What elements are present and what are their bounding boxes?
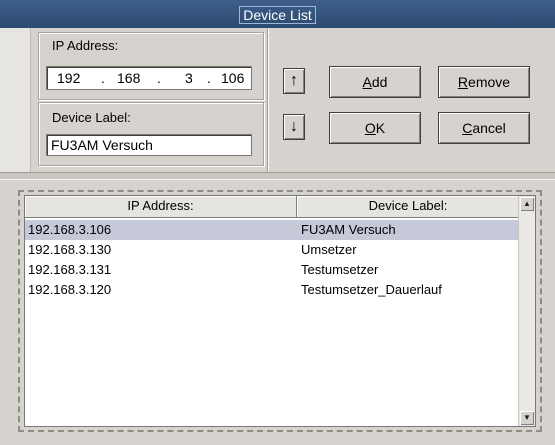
cancel-label: ancel [472,120,506,136]
ip-octet-4[interactable]: 106 [221,67,244,89]
up-arrow-icon: ↑ [290,72,298,89]
ip-dot-3: . [207,70,211,86]
table-row[interactable]: 192.168.3.106 FU3AM Versuch [25,220,520,240]
table-row[interactable]: 192.168.3.131 Testumsetzer [25,260,520,280]
column-header-ip[interactable]: IP Address: [25,196,297,218]
add-button[interactable]: Add [329,66,421,98]
vertical-scrollbar[interactable]: ▲ ▼ [518,196,535,426]
move-up-button[interactable]: ↑ [283,68,305,94]
scroll-up-arrow-icon[interactable]: ▲ [520,197,534,211]
row-label: Testumsetzer [301,262,379,277]
move-down-button[interactable]: ↓ [283,114,305,140]
ok-label: K [375,120,386,136]
row-ip: 192.168.3.120 [28,282,112,297]
ip-octet-2[interactable]: 168 [117,67,140,89]
add-hotkey: A [362,74,372,90]
remove-hotkey: R [457,74,469,90]
table-row[interactable]: 192.168.3.120 Testumsetzer_Dauerlauf [25,280,520,300]
table-row[interactable]: 192.168.3.130 Umsetzer [25,240,520,260]
title-bar[interactable]: Device List [0,0,555,28]
device-list[interactable]: IP Address: Device Label: 192.168.3.106 … [24,195,536,427]
add-label: dd [371,74,388,90]
ip-dot-1: . [101,70,105,86]
remove-button[interactable]: Remove [438,66,530,98]
device-label-input[interactable]: FU3AM Versuch [46,134,252,156]
scroll-down-arrow-icon[interactable]: ▼ [520,411,534,425]
window-title: Device List [239,6,316,24]
column-header-label[interactable]: Device Label: [297,196,520,218]
ip-dot-2: . [157,70,161,86]
ok-button[interactable]: OK [329,112,421,144]
list-header: IP Address: Device Label: [25,196,520,218]
ip-octet-3[interactable]: 3 [185,67,193,89]
panel-separator [0,172,555,180]
device-label-caption: Device Label: [52,110,131,125]
cancel-hotkey: C [462,120,473,136]
row-label: Testumsetzer_Dauerlauf [301,282,442,297]
left-strip [0,28,31,172]
cancel-button[interactable]: Cancel [438,112,530,144]
row-ip: 192.168.3.130 [28,242,112,257]
row-ip: 192.168.3.131 [28,262,112,277]
remove-label: emove [468,74,511,90]
row-label: FU3AM Versuch [301,222,396,237]
ip-octet-1[interactable]: 192 [57,67,80,89]
row-ip: 192.168.3.106 [28,222,112,237]
ip-address-input[interactable]: 192 . 168 . 3 . 106 [46,66,252,90]
row-label: Umsetzer [301,242,357,257]
ok-hotkey: O [364,120,376,136]
panel-divider [267,28,269,172]
ip-address-label: IP Address: [52,38,119,53]
down-arrow-icon: ↓ [290,118,298,135]
